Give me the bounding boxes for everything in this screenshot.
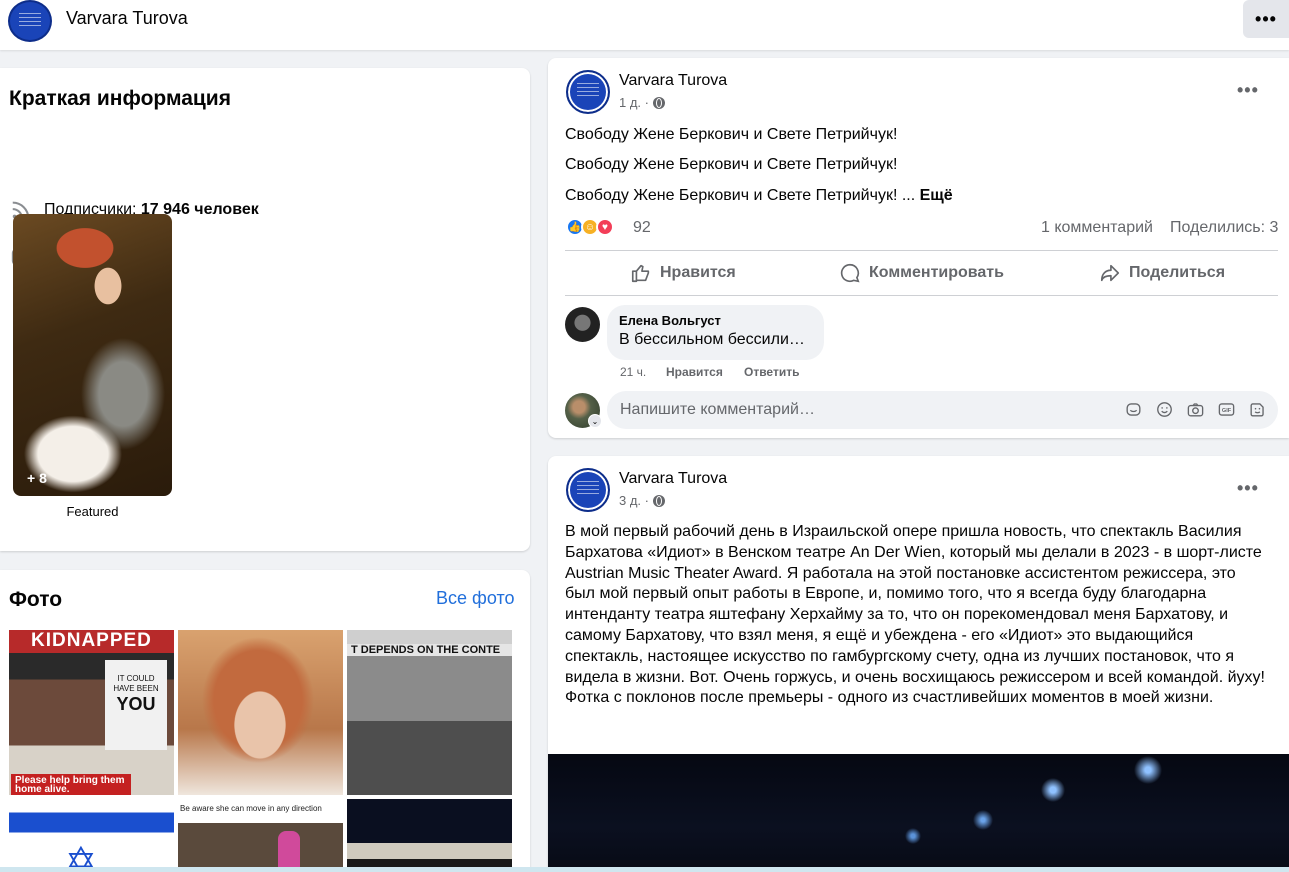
featured-label: Featured: [66, 504, 119, 519]
photo-thumb-4[interactable]: ✡: [9, 799, 174, 872]
help-banner: Please help bring them home alive.: [11, 774, 131, 795]
post-1: Varvara Turova 1 д. · ••• Свободу Жене Б…: [548, 58, 1289, 438]
post-text-line-3: Свободу Жене Беркович и Свете Петрийчук!…: [565, 187, 953, 205]
photo-thumb-3[interactable]: T DEPENDS ON THE CONTE: [347, 630, 512, 795]
post-text-line-3-content: Свободу Жене Беркович и Свете Петрийчук!…: [565, 187, 916, 204]
like-icon: [631, 264, 650, 283]
post-photo[interactable]: [548, 754, 1289, 872]
sticker-icon[interactable]: [1124, 400, 1143, 419]
globe-icon: [652, 494, 665, 507]
emoji-icon[interactable]: [1155, 400, 1174, 419]
like-label: Нравится: [660, 264, 736, 281]
post-time[interactable]: 1 д. ·: [619, 95, 649, 110]
photo-thumb-6[interactable]: [347, 799, 512, 872]
post-2: Varvara Turova 3 д. · ••• В мой первый р…: [548, 456, 1289, 872]
intro-title: Краткая информация: [9, 87, 231, 110]
comment-label: Комментировать: [869, 264, 1004, 281]
comment-time[interactable]: 21 ч.: [620, 365, 646, 379]
share-label: Поделиться: [1129, 264, 1226, 281]
avatar-sticker-icon[interactable]: [1248, 400, 1267, 419]
poster-line-1: IT COULD: [117, 674, 155, 683]
share-icon: [1100, 264, 1120, 282]
reactions-count[interactable]: 92: [633, 219, 651, 237]
comment-text: В бессильном бессилии…: [619, 331, 812, 348]
post-more-button[interactable]: •••: [1237, 478, 1259, 499]
commenter-name[interactable]: Елена Вольгуст: [619, 313, 812, 328]
comment-icon: [840, 263, 860, 283]
post-author-avatar[interactable]: [566, 70, 610, 114]
all-photos-link[interactable]: Все фото: [436, 588, 515, 609]
svg-text:GIF: GIF: [1222, 408, 1232, 414]
globe-icon: [652, 96, 665, 109]
share-button[interactable]: Поделиться: [1099, 262, 1225, 284]
poster-text: IT COULD HAVE BEEN YOU: [105, 660, 167, 750]
photo-thumb-2[interactable]: [178, 630, 343, 795]
photos-title: Фото: [9, 588, 63, 611]
see-more-link[interactable]: Ещё: [920, 187, 953, 204]
comments-count[interactable]: 1 комментарий: [1041, 219, 1153, 237]
comment-button[interactable]: Комментировать: [839, 262, 1004, 284]
poster-line-2: HAVE BEEN: [113, 684, 159, 693]
photo-thumb-1[interactable]: KIDNAPPED IT COULD HAVE BEEN YOU Please …: [9, 630, 174, 795]
comment-input-tools: GIF: [1124, 400, 1267, 419]
shares-count[interactable]: Поделились: 3: [1170, 219, 1278, 237]
love-reaction-icon: ♥: [596, 218, 614, 236]
comment-reply-button[interactable]: Ответить: [744, 365, 799, 379]
profile-avatar[interactable]: [8, 0, 52, 42]
profile-name: Varvara Turova: [66, 8, 188, 28]
kidnapped-text: KIDNAPPED: [31, 630, 152, 651]
divider: [565, 295, 1278, 296]
post-more-button[interactable]: •••: [1237, 80, 1259, 101]
poster-big: YOU: [116, 694, 156, 714]
like-button[interactable]: Нравится: [630, 262, 736, 284]
featured-count: + 8: [27, 470, 47, 486]
aware-text: Be aware she can move in any direction: [180, 804, 322, 813]
post-meta: 1 д. ·: [619, 95, 665, 110]
comment-bubble: Елена Вольгуст В бессильном бессилии…: [607, 305, 824, 360]
post-time[interactable]: 3 д. ·: [619, 493, 649, 508]
post-text: В мой первый рабочий день в Израильской …: [565, 523, 1265, 707]
post-text-line-1: Свободу Жене Беркович и Свете Петрийчук!: [565, 126, 898, 143]
post-author-name[interactable]: Varvara Turova: [619, 470, 727, 488]
photos-card: Фото Все фото KIDNAPPED IT COULD HAVE BE…: [0, 570, 530, 872]
post-meta: 3 д. ·: [619, 493, 665, 508]
commenter-avatar[interactable]: [565, 307, 600, 342]
bottom-strip: [0, 867, 1289, 872]
camera-icon[interactable]: [1186, 400, 1205, 419]
chevron-down-icon[interactable]: ⌄: [588, 414, 602, 428]
divider: [565, 250, 1278, 251]
gate-text: T DEPENDS ON THE CONTE: [347, 644, 512, 656]
pink-figure: [278, 831, 300, 872]
reaction-icons[interactable]: 👍 ☺ ♥: [566, 218, 614, 236]
comment-like-button[interactable]: Нравится: [666, 365, 723, 379]
post-author-avatar[interactable]: [566, 468, 610, 512]
featured-photo[interactable]: [13, 214, 172, 496]
intro-card: Краткая информация Подписчики: 17 946 че…: [0, 68, 530, 551]
more-options-button[interactable]: •••: [1243, 0, 1289, 38]
post-author-name[interactable]: Varvara Turova: [619, 72, 727, 90]
gif-icon[interactable]: GIF: [1217, 400, 1236, 419]
photo-thumb-5[interactable]: Be aware she can move in any direction: [178, 799, 343, 872]
profile-topbar: Varvara Turova •••: [0, 0, 1289, 50]
post-text-line-2: Свободу Жене Беркович и Свете Петрийчук!: [565, 156, 898, 173]
